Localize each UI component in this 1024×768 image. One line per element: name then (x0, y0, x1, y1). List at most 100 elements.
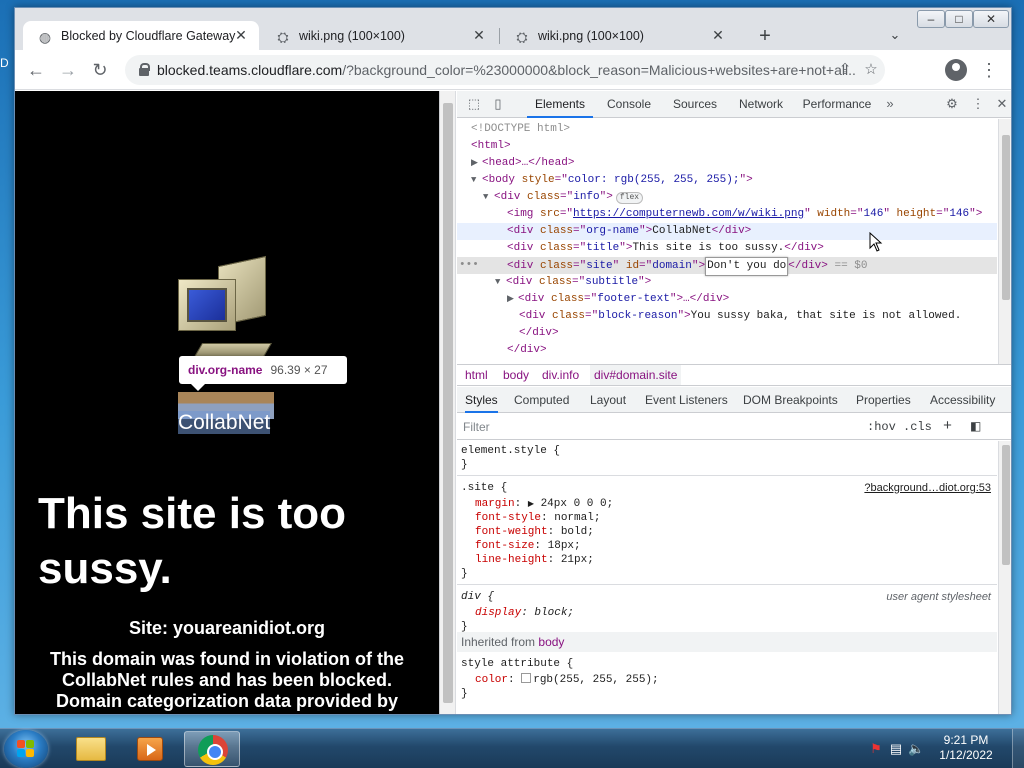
style-attribute-rule[interactable]: style attribute { (461, 657, 995, 671)
reload-button[interactable]: ↻ (89, 60, 111, 82)
subtab-properties[interactable]: Properties (856, 387, 911, 413)
url-text[interactable]: blocked.teams.cloudflare.com/?background… (157, 62, 857, 78)
element-style-rule[interactable]: element.style { (461, 444, 995, 458)
bookmark-star-icon[interactable]: ☆ (861, 60, 881, 80)
forward-button[interactable]: → (57, 60, 79, 82)
clock[interactable]: 9:21 PM 1/12/2022 (934, 733, 998, 763)
dom-doctype[interactable]: <!DOCTYPE html> (457, 121, 997, 138)
crumb-div-domain-site[interactable]: div#domain.site (590, 365, 682, 385)
tab-console[interactable]: Console (599, 91, 659, 118)
tab-wiki-2[interactable]: ⛭ wiki.png (100×100) ✕ (500, 21, 736, 50)
crumb-div-info[interactable]: div.info (542, 365, 579, 385)
back-button[interactable]: ← (25, 60, 47, 82)
styles-scrollbar[interactable] (998, 441, 1011, 714)
dom-div-block-reason[interactable]: <div class="block-reason">You sussy baka… (457, 308, 997, 325)
styles-filter-input[interactable]: Filter (461, 418, 851, 436)
taskbar-explorer[interactable] (62, 731, 118, 767)
show-desktop-button[interactable] (1012, 729, 1024, 768)
new-tab-button[interactable]: + (753, 24, 777, 48)
tab-network[interactable]: Network (731, 91, 791, 118)
expanded-arrow-icon[interactable]: ▼ (483, 189, 494, 206)
dom-div-org-name[interactable]: <div class="org-name">CollabNet</div> (457, 223, 997, 240)
tab-performance[interactable]: Performance (797, 91, 877, 118)
subtab-dom-breakpoints[interactable]: DOM Breakpoints (743, 387, 838, 413)
maximize-button[interactable]: □ (945, 10, 973, 28)
scrollbar-thumb[interactable] (1002, 445, 1010, 565)
collapsed-arrow-icon[interactable]: ▶ (507, 291, 518, 308)
kebab-menu-icon[interactable]: ⋮ (969, 95, 987, 113)
toggle-sidebar-icon[interactable]: ◧ (970, 418, 981, 436)
ua-rule-selector[interactable]: div {user agent stylesheet (461, 590, 995, 604)
dom-html[interactable]: <html> (457, 138, 997, 155)
tab-search-button[interactable]: ⌄ (885, 25, 905, 45)
node-actions-icon[interactable]: ••• (459, 257, 479, 274)
inspect-element-icon[interactable]: ⬚ (465, 95, 483, 113)
crumb-html[interactable]: html (465, 365, 488, 385)
subtab-event-listeners[interactable]: Event Listeners (645, 387, 728, 413)
dom-div-info[interactable]: ▼ <div class="info"> flex (457, 189, 997, 206)
tab-elements[interactable]: Elements (527, 91, 593, 118)
start-button[interactable] (4, 730, 48, 768)
minimize-button[interactable]: – (917, 10, 945, 28)
action-center-flag-icon[interactable]: ⚑ (868, 741, 884, 757)
dom-div-site-selected[interactable]: ••• <div class="site" id="domain"> Don't y… (457, 257, 997, 276)
tab-wiki-1[interactable]: ⛭ wiki.png (100×100) ✕ (261, 21, 497, 50)
prop-font-weight[interactable]: font-weight: bold; (461, 525, 995, 539)
subtab-layout[interactable]: Layout (590, 387, 626, 413)
prop-color[interactable]: color: rgb(255, 255, 255); (461, 673, 995, 687)
dom-close-div[interactable]: </div> (457, 342, 997, 359)
expanded-arrow-icon[interactable]: ▼ (471, 172, 482, 189)
crumb-body[interactable]: body (503, 365, 529, 385)
site-rule-selector[interactable]: .site {?background…diot.org:53 (461, 481, 995, 495)
hover-state-toggle[interactable]: :hov (867, 418, 896, 436)
profile-avatar[interactable] (945, 59, 967, 81)
share-icon[interactable]: ⇪ (835, 60, 855, 80)
dom-div-subtitle[interactable]: ▼ <div class="subtitle"> (457, 274, 997, 291)
subtab-styles[interactable]: Styles (465, 387, 498, 413)
dom-body[interactable]: ▼ <body style="color: rgb(255, 255, 255);… (457, 172, 997, 189)
volume-icon[interactable]: 🔈 (908, 741, 924, 757)
device-toolbar-icon[interactable]: ▯ (489, 95, 507, 113)
flex-badge[interactable]: flex (615, 192, 644, 204)
dom-img[interactable]: <img src="https://computernewb.com/w/wik… (457, 206, 997, 223)
scrollbar-thumb[interactable] (443, 103, 453, 703)
expand-arrow-icon[interactable]: ▶ (528, 500, 534, 509)
prop-line-height[interactable]: line-height: 21px; (461, 553, 995, 567)
img-src-link[interactable]: https://computernewb.com/w/wiki.png (573, 208, 804, 220)
tab-sources[interactable]: Sources (665, 91, 725, 118)
more-tabs-icon[interactable]: » (881, 95, 899, 113)
tab-close-icon[interactable]: ✕ (233, 27, 249, 43)
class-toggle[interactable]: .cls (903, 418, 932, 436)
dom-head[interactable]: ▶ <head>…</head> (457, 155, 997, 172)
taskbar-chrome[interactable] (184, 731, 240, 767)
dom-div-footer-text[interactable]: ▶ <div class="footer-text">…</div> (457, 291, 997, 308)
tab-blocked[interactable]: ◍ Blocked by Cloudflare Gateway ✕ (23, 21, 259, 50)
expanded-arrow-icon[interactable]: ▼ (495, 274, 506, 291)
subtab-accessibility[interactable]: Accessibility (930, 387, 995, 413)
network-icon[interactable]: ▤ (888, 741, 904, 757)
new-rule-button[interactable]: + (943, 418, 952, 436)
taskbar-media-player[interactable] (122, 731, 178, 767)
chrome-menu-button[interactable]: ⋮ (979, 59, 999, 81)
globe-icon: ◍ (38, 29, 52, 45)
rule-source-link[interactable]: ?background…diot.org:53 (864, 481, 991, 495)
close-devtools-icon[interactable]: ✕ (993, 95, 1011, 113)
close-window-button[interactable]: ✕ (973, 10, 1009, 28)
subtab-computed[interactable]: Computed (514, 387, 569, 413)
tab-close-icon[interactable]: ✕ (471, 27, 487, 43)
inherited-tag-link[interactable]: body (538, 635, 564, 649)
collapsed-arrow-icon[interactable]: ▶ (471, 155, 482, 172)
prop-margin[interactable]: margin: ▶ 24px 0 0 0; (461, 497, 995, 511)
dom-close-div[interactable]: </div> (457, 325, 997, 342)
page-scrollbar[interactable] (440, 91, 456, 714)
tab-close-icon[interactable]: ✕ (710, 27, 726, 43)
scrollbar-thumb[interactable] (1002, 135, 1010, 300)
dom-div-title[interactable]: <div class="title">This site is too suss… (457, 240, 997, 257)
lock-icon[interactable] (139, 63, 150, 77)
prop-font-size[interactable]: font-size: 18px; (461, 539, 995, 553)
prop-font-style[interactable]: font-style: normal; (461, 511, 995, 525)
color-swatch[interactable] (521, 673, 532, 683)
elements-scrollbar[interactable] (998, 119, 1011, 364)
address-bar[interactable]: blocked.teams.cloudflare.com/?background… (125, 55, 885, 85)
settings-icon[interactable]: ⚙ (943, 95, 961, 113)
